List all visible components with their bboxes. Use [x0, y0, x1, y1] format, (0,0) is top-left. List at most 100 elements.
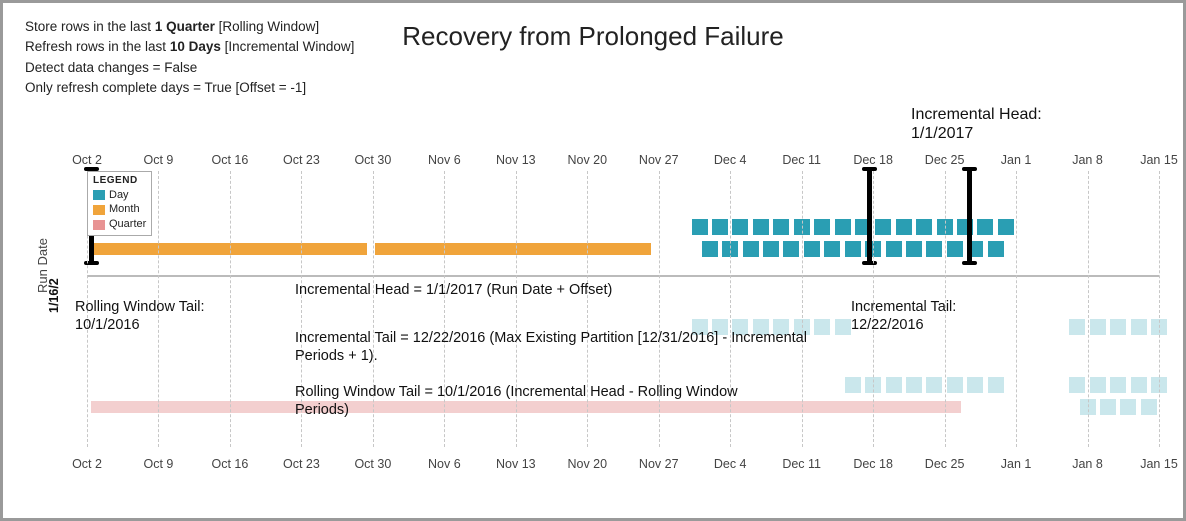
row-1: [87, 171, 1159, 271]
xtick-top: Nov 13: [496, 153, 536, 167]
xtick-top: Dec 25: [925, 153, 965, 167]
xtick-top: Oct 9: [144, 153, 174, 167]
day-block: [906, 241, 922, 257]
day-block-faded: [1120, 399, 1136, 415]
xtick-bottom: Nov 20: [567, 457, 607, 471]
xtick-top: Jan 8: [1072, 153, 1103, 167]
row-separator: [87, 275, 1159, 277]
day-block: [926, 241, 942, 257]
xtick-top: Dec 4: [714, 153, 747, 167]
day-block: [988, 241, 1004, 257]
xtick-top: Dec 11: [782, 153, 821, 167]
xtick-bottom: Oct 9: [144, 457, 174, 471]
legend-row-month: Month: [93, 202, 146, 217]
legend-label-quarter: Quarter: [109, 217, 146, 232]
xtick-bottom: Nov 27: [639, 457, 679, 471]
xtick-bottom: Jan 15: [1140, 457, 1178, 471]
day-block-faded: [1100, 399, 1116, 415]
day-block: [804, 241, 820, 257]
gridline: [1088, 171, 1089, 447]
day-block: [875, 219, 891, 235]
day-block: [814, 219, 830, 235]
day-block-faded: [814, 319, 830, 335]
day-block: [845, 241, 861, 257]
annot-incremental-tail: Incremental Tail: 12/22/2016: [851, 298, 956, 334]
xtick-top: Oct 23: [283, 153, 320, 167]
xtick-bottom: Dec 25: [925, 457, 965, 471]
annot-incremental-head: Incremental Head: 1/1/2017: [911, 105, 1042, 143]
day-block-faded: [835, 319, 851, 335]
day-block: [743, 241, 759, 257]
chart-title: Recovery from Prolonged Failure: [3, 21, 1183, 52]
day-block: [977, 219, 993, 235]
legend-label-day: Day: [109, 188, 129, 203]
legend-swatch-day: [93, 190, 105, 200]
day-block: [692, 219, 708, 235]
xtick-bottom: Dec 11: [782, 457, 821, 471]
day-block-faded: [1090, 319, 1106, 335]
day-block-faded: [1131, 319, 1147, 335]
xtick-top: Oct 16: [212, 153, 249, 167]
day-block-faded: [926, 377, 942, 393]
config-line-4: Only refresh complete days = True [Offse…: [25, 78, 1161, 98]
day-block: [783, 241, 799, 257]
day-block-faded: [845, 377, 861, 393]
gridline: [230, 171, 231, 447]
annot-rt-l1: Rolling Window Tail:: [75, 299, 204, 315]
day-block-faded: [1141, 399, 1157, 415]
xtick-top: Oct 2: [72, 153, 102, 167]
day-block-faded: [1131, 377, 1147, 393]
annot-desc-2: Incremental Tail = 12/22/2016 (Max Exist…: [295, 329, 815, 365]
legend-label-month: Month: [109, 202, 140, 217]
day-block-faded: [906, 377, 922, 393]
day-block-faded: [886, 377, 902, 393]
day-block-faded: [1069, 319, 1085, 335]
xtick-bottom: Nov 6: [428, 457, 461, 471]
xtick-top: Nov 6: [428, 153, 461, 167]
day-block-faded: [1110, 377, 1126, 393]
xtick-top: Jan 15: [1140, 153, 1178, 167]
annot-desc-3: Rolling Window Tail = 10/1/2016 (Increme…: [295, 383, 775, 419]
day-block: [835, 219, 851, 235]
day-block-faded: [1110, 319, 1126, 335]
day-block-faded: [1069, 377, 1085, 393]
day-block-faded: [967, 377, 983, 393]
xtick-bottom: Oct 16: [212, 457, 249, 471]
annot-desc-1: Incremental Head = 1/1/2017 (Run Date + …: [295, 281, 795, 299]
day-block-faded: [947, 377, 963, 393]
xtick-top: Nov 27: [639, 153, 679, 167]
day-block: [773, 219, 789, 235]
day-block: [763, 241, 779, 257]
annot-inc-head-l2: 1/1/2017: [911, 125, 973, 142]
xtick-bottom: Oct 2: [72, 457, 102, 471]
gridline: [802, 171, 803, 447]
day-block: [753, 219, 769, 235]
annot-it-l1: Incremental Tail:: [851, 299, 956, 315]
day-block: [947, 241, 963, 257]
day-block: [886, 241, 902, 257]
legend-row-day: Day: [93, 188, 146, 203]
xtick-bottom: Dec 18: [853, 457, 893, 471]
diagram-frame: Recovery from Prolonged Failure Store ro…: [0, 0, 1186, 521]
xtick-top: Jan 1: [1001, 153, 1032, 167]
legend-swatch-quarter: [93, 220, 105, 230]
annot-inc-head-l1: Incremental Head:: [911, 106, 1042, 123]
day-block: [916, 219, 932, 235]
config-line-3: Detect data changes = False: [25, 58, 1161, 78]
chart-area: Run Date 1/16/2 Incremental Head: 1/1/20…: [41, 113, 1169, 493]
gridline: [1016, 171, 1017, 447]
day-block: [712, 219, 728, 235]
legend-swatch-month: [93, 205, 105, 215]
day-block: [824, 241, 840, 257]
marker-incremental-head: [967, 169, 972, 263]
legend-row-quarter: Quarter: [93, 217, 146, 232]
day-block-faded: [988, 377, 1004, 393]
marker-incremental-tail: [867, 169, 872, 263]
xtick-bottom: Jan 8: [1072, 457, 1103, 471]
annot-it-l2: 12/22/2016: [851, 317, 924, 333]
legend-box: LEGEND Day Month Quarter: [87, 171, 152, 236]
day-block-faded: [1090, 377, 1106, 393]
xtick-top: Nov 20: [567, 153, 607, 167]
day-block: [896, 219, 912, 235]
annot-rolling-tail: Rolling Window Tail: 10/1/2016: [75, 298, 204, 334]
